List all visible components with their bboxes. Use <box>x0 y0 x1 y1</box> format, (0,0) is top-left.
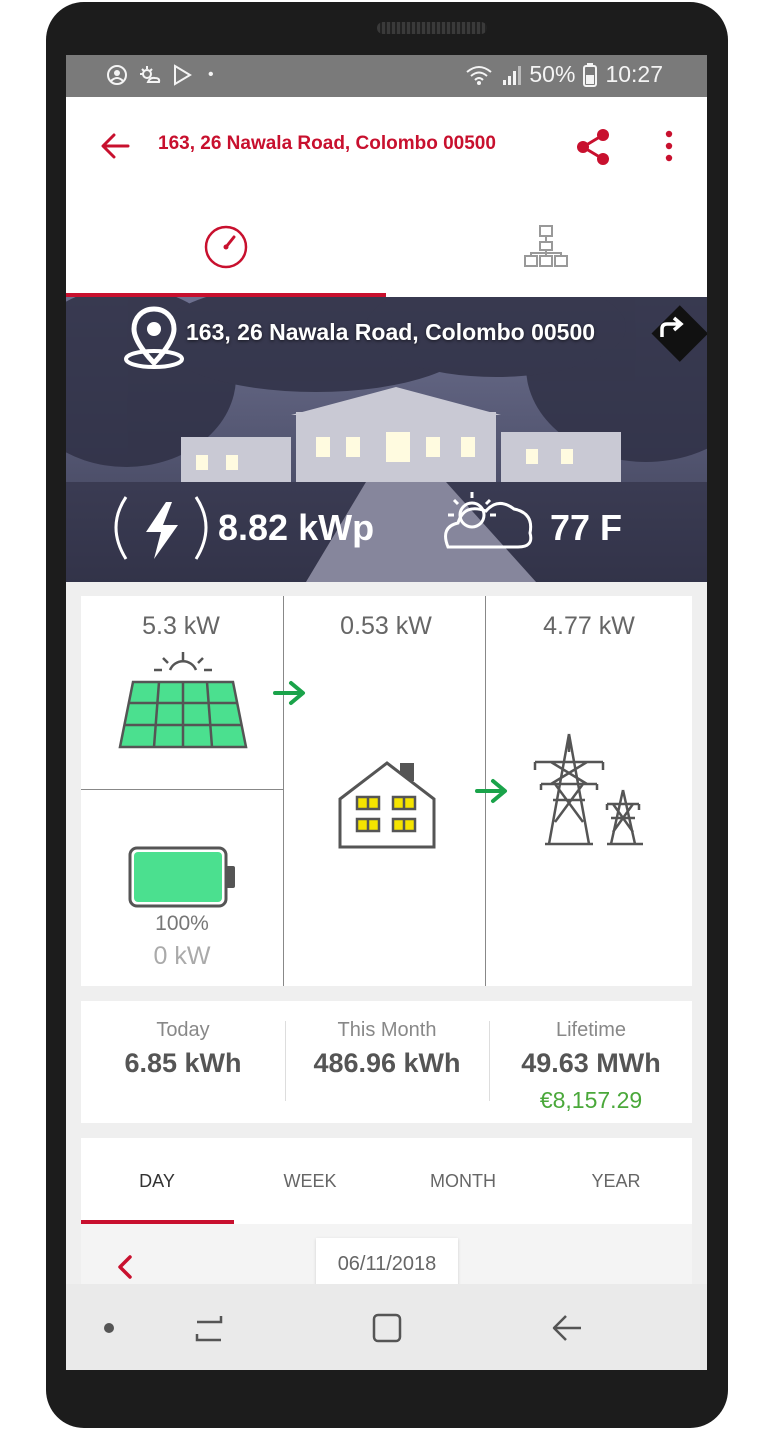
system-nav-bar <box>66 1284 707 1370</box>
share-icon[interactable] <box>574 127 614 167</box>
solar-power: 5.3 kW <box>142 612 220 640</box>
previous-date-icon[interactable] <box>115 1254 135 1280</box>
stat-label: This Month <box>337 1019 437 1041</box>
battery-icon <box>583 62 598 87</box>
screen: • 50% 10:27 163, 26 Nawala Road, Colombo… <box>66 55 707 1370</box>
home-power: 0.53 kW <box>340 612 432 640</box>
flow-arrow-icon <box>273 681 305 705</box>
energy-summary-card: Today 6.85 kWh This Month 486.96 kWh Lif… <box>81 1001 692 1123</box>
tab-month[interactable]: MONTH <box>387 1138 539 1224</box>
wifi-icon <box>466 65 493 85</box>
more-options-icon[interactable] <box>662 129 676 163</box>
tab-day[interactable]: DAY <box>81 1138 233 1224</box>
home-button-icon[interactable] <box>371 1312 403 1344</box>
battery-power: 0 kW <box>153 942 211 970</box>
stat-month: This Month 486.96 kWh <box>285 1001 489 1079</box>
account-icon <box>107 65 127 85</box>
stat-value: 6.85 kWh <box>124 1048 242 1078</box>
notification-dot-icon: • <box>208 66 214 83</box>
back-arrow-icon[interactable] <box>98 129 132 163</box>
home-icon <box>338 761 436 849</box>
selected-date[interactable]: 06/11/2018 <box>316 1238 458 1288</box>
battery-percent-label: 100% <box>155 912 209 935</box>
energy-flow-card: 5.3 kW 0.53 kW 4.77 kW 100% 0 kW <box>81 596 692 986</box>
divider <box>81 789 283 790</box>
weather-icon <box>140 66 161 83</box>
back-button-icon[interactable] <box>550 1312 584 1344</box>
nav-dot-icon[interactable] <box>102 1321 116 1335</box>
tab-week[interactable]: WEEK <box>234 1138 386 1224</box>
gauge-icon <box>204 225 248 269</box>
speaker-grille <box>377 22 487 34</box>
hierarchy-icon <box>524 225 568 267</box>
tab-layout[interactable] <box>386 197 706 297</box>
grid-power: 4.77 kW <box>543 612 635 640</box>
site-address: 163, 26 Nawala Road, Colombo 00500 <box>186 319 596 345</box>
lifetime-savings: €8,157.29 <box>539 1087 643 1113</box>
stat-value: 486.96 kWh <box>313 1048 461 1078</box>
signal-icon <box>503 65 522 85</box>
clock: 10:27 <box>605 61 663 87</box>
recent-apps-icon[interactable] <box>193 1312 225 1344</box>
battery-percent: 50% <box>529 61 576 87</box>
stat-today: Today 6.85 kWh <box>81 1001 285 1079</box>
tab-year[interactable]: YEAR <box>540 1138 692 1224</box>
system-capacity: 8.82 kWp <box>218 507 375 548</box>
stat-lifetime: Lifetime 49.63 MWh €8,157.29 <box>489 1001 693 1114</box>
divider <box>283 596 284 986</box>
battery-level-icon <box>128 846 235 908</box>
app-bar: 163, 26 Nawala Road, Colombo 00500 <box>66 97 707 197</box>
stat-label: Today <box>156 1019 210 1041</box>
stat-value: 49.63 MWh <box>521 1048 661 1078</box>
play-store-icon <box>174 64 192 86</box>
tab-overview[interactable] <box>66 197 386 297</box>
solar-panel-icon <box>118 652 248 749</box>
temperature: 77 F <box>550 507 623 548</box>
status-bar: • 50% 10:27 <box>66 55 707 97</box>
page-title: 163, 26 Nawala Road, Colombo 00500 <box>158 133 496 154</box>
view-tabs <box>66 197 707 297</box>
site-hero: 163, 26 Nawala Road, Colombo 00500 8.82 … <box>66 297 707 582</box>
stat-label: Lifetime <box>555 1019 627 1041</box>
power-grid-icon <box>533 733 643 846</box>
flow-arrow-icon <box>475 779 507 803</box>
